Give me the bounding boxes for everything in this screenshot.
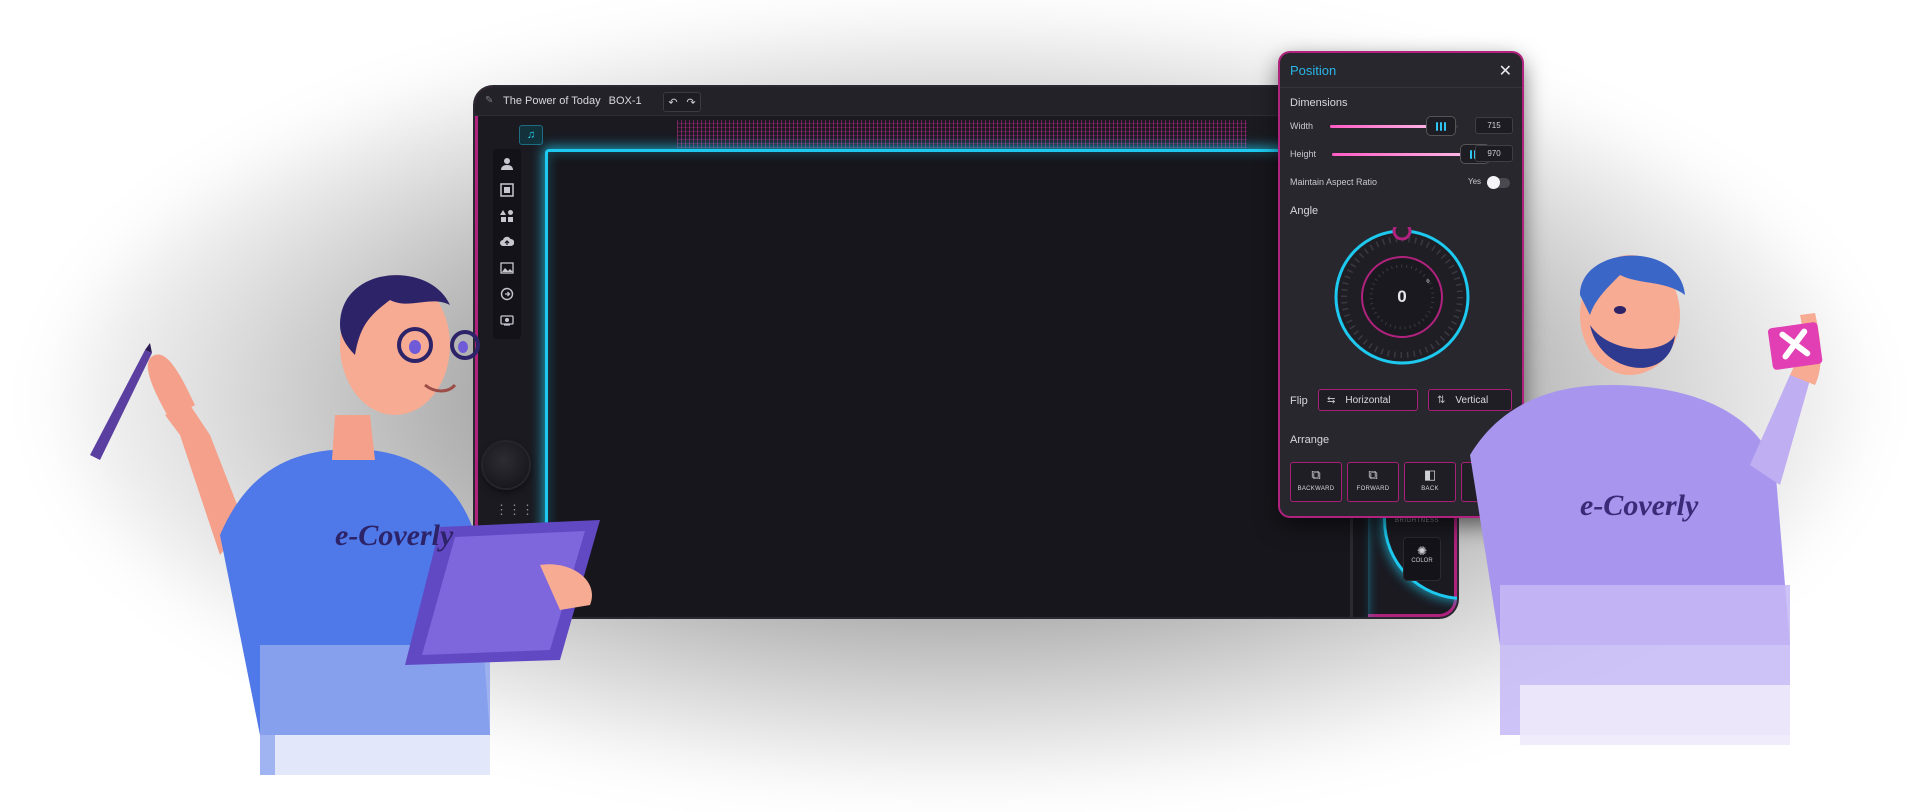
angle-dial[interactable]: 0 ° [1332, 221, 1472, 367]
width-input[interactable]: 715 [1475, 117, 1513, 134]
document-title[interactable]: ✎ The Power of Today BOX-1 [485, 92, 642, 110]
send-backward-label: BACKWARD [1297, 486, 1335, 492]
send-to-back-button[interactable]: ◧ BACK [1404, 462, 1456, 502]
bring-forward-button[interactable]: ⧉ FORWARD [1347, 462, 1399, 502]
close-icon[interactable]: ✕ [1499, 61, 1512, 81]
send-to-back-label: BACK [1421, 486, 1439, 492]
flip-horizontal-button[interactable]: ⇆ Horizontal [1318, 389, 1418, 411]
send-backward-button[interactable]: ⧉ BACKWARD [1290, 462, 1342, 502]
left-shirt-brand: e-Coverly [335, 519, 454, 552]
panel-header: Position ✕ [1280, 53, 1522, 88]
flip-horizontal-label: Horizontal [1345, 394, 1391, 406]
bring-forward-icon: ⧉ [1368, 467, 1378, 482]
shapes-icon[interactable] [499, 209, 515, 225]
pencil-icon: ✎ [485, 95, 494, 106]
dimensions-heading: Dimensions [1290, 97, 1348, 109]
width-slider-fill [1330, 125, 1430, 128]
height-input[interactable]: 970 [1475, 145, 1513, 162]
angle-heading: Angle [1290, 205, 1319, 217]
aspect-ratio-label: Maintain Aspect Ratio [1290, 177, 1378, 187]
flip-horizontal-icon: ⇆ [1327, 394, 1336, 406]
width-label: Width [1290, 121, 1314, 131]
right-shirt-brand: e-Coverly [1580, 489, 1699, 522]
music-icon[interactable]: ♫ [519, 125, 543, 145]
send-to-back-icon: ◧ [1423, 467, 1437, 482]
ruler-pattern [677, 120, 1247, 148]
left-character-illustration: e-Coverly [90, 275, 600, 775]
angle-value: 0 [1397, 287, 1407, 306]
flip-vertical-icon: ⇅ [1437, 394, 1446, 406]
right-character-illustration: e-Coverly [1470, 255, 1823, 745]
color-button-label: COLOR [1411, 558, 1433, 564]
height-slider-fill [1332, 153, 1462, 156]
document-project-text: BOX-1 [608, 95, 642, 107]
user-icon[interactable] [499, 157, 515, 173]
arrange-heading: Arrange [1290, 434, 1330, 446]
frame-icon[interactable] [499, 183, 515, 199]
undo-redo-group: ↶ ↷ [663, 92, 701, 112]
cloud-upload-icon[interactable] [499, 235, 515, 251]
document-title-text: The Power of Today [503, 95, 601, 107]
redo-icon[interactable]: ↷ [686, 96, 695, 109]
flip-label: Flip [1290, 395, 1308, 407]
color-button[interactable]: ✺ COLOR [1403, 537, 1441, 581]
bring-forward-label: FORWARD [1356, 486, 1390, 492]
undo-icon[interactable]: ↶ [668, 96, 677, 109]
send-backward-icon: ⧉ [1311, 467, 1321, 482]
canvas-divider [1350, 507, 1353, 617]
color-palette-icon: ✺ [1416, 544, 1428, 558]
brightness-label: BRIGHTNESS [1395, 518, 1440, 524]
design-canvas[interactable] [545, 149, 1368, 617]
angle-unit: ° [1426, 279, 1430, 290]
aspect-ratio-toggle[interactable] [1487, 176, 1510, 189]
height-label: Height [1290, 149, 1317, 159]
aspect-ratio-state: Yes [1468, 177, 1482, 186]
width-slider-thumb[interactable] [1426, 116, 1456, 136]
panel-title: Position [1290, 63, 1337, 78]
